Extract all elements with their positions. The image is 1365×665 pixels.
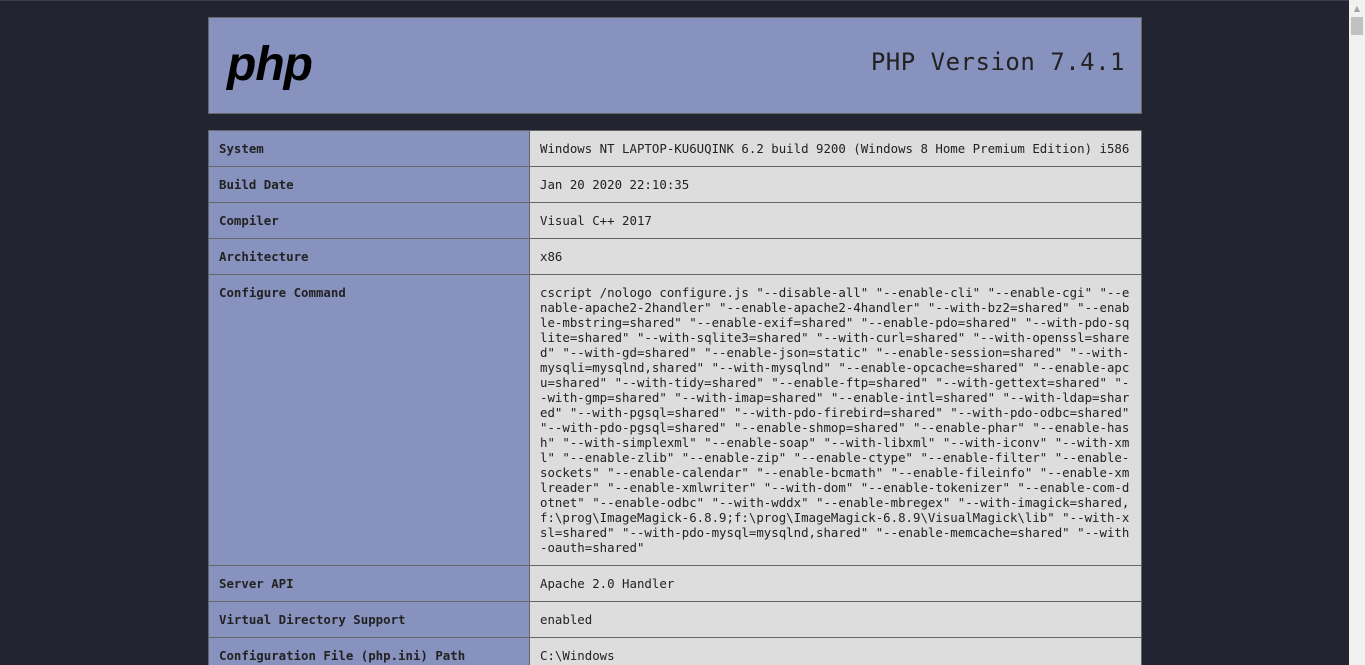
info-row: System Windows NT LAPTOP-KU6UQINK 6.2 bui… [208, 130, 1142, 167]
info-key: System [208, 130, 530, 167]
info-value: enabled [529, 601, 1142, 638]
php-version-title: PHP Version 7.4.1 [870, 48, 1125, 76]
top-rule [0, 0, 1349, 1]
info-key: Compiler [208, 202, 530, 239]
info-row: Build Date Jan 20 2020 22:10:35 [208, 166, 1142, 203]
info-key: Configure Command [208, 274, 530, 566]
info-row: Configure Command cscript /nologo configu… [208, 274, 1142, 566]
info-key: Virtual Directory Support [208, 601, 530, 638]
phpinfo-header: php PHP Version 7.4.1 [208, 17, 1142, 114]
info-row: Compiler Visual C++ 2017 [208, 202, 1142, 239]
info-value: cscript /nologo configure.js "--disable-… [529, 274, 1142, 566]
vertical-scrollbar[interactable]: ▲ [1349, 0, 1365, 665]
info-value: Windows NT LAPTOP-KU6UQINK 6.2 build 920… [529, 130, 1142, 167]
scrollbar-thumb[interactable] [1351, 17, 1363, 35]
info-row: Configuration File (php.ini) Path C:\Wind… [208, 637, 1142, 665]
scroll-up-icon[interactable]: ▲ [1349, 0, 1365, 16]
phpinfo-container: php PHP Version 7.4.1 System Windows NT L… [208, 17, 1142, 665]
info-key: Server API [208, 565, 530, 602]
info-row: Architecture x86 [208, 238, 1142, 275]
info-value: Apache 2.0 Handler [529, 565, 1142, 602]
info-table: System Windows NT LAPTOP-KU6UQINK 6.2 bui… [208, 130, 1142, 665]
php-logo: php [225, 40, 313, 91]
info-row: Server API Apache 2.0 Handler [208, 565, 1142, 602]
phpinfo-page: php PHP Version 7.4.1 System Windows NT L… [0, 0, 1365, 665]
info-value: Jan 20 2020 22:10:35 [529, 166, 1142, 203]
info-key: Configuration File (php.ini) Path [208, 637, 530, 665]
info-value: Visual C++ 2017 [529, 202, 1142, 239]
info-value: C:\Windows [529, 637, 1142, 665]
info-key: Architecture [208, 238, 530, 275]
info-value: x86 [529, 238, 1142, 275]
info-row: Virtual Directory Support enabled [208, 601, 1142, 638]
info-key: Build Date [208, 166, 530, 203]
svg-text:php: php [225, 40, 312, 91]
